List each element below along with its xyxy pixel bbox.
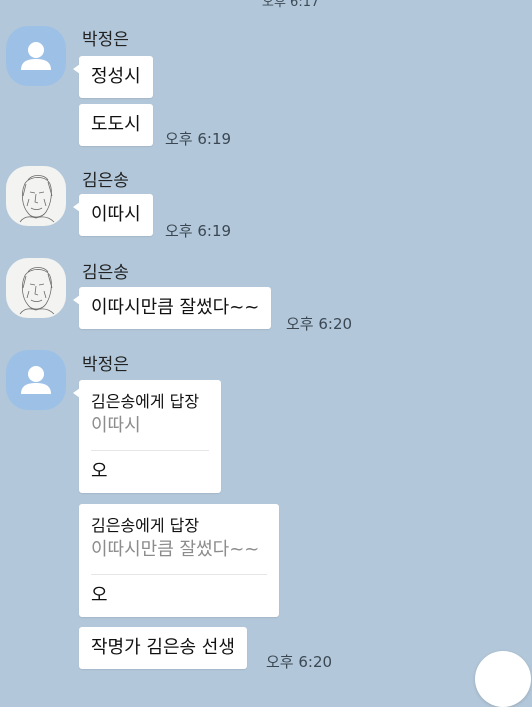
message-text: 작명가 김은송 선생 — [91, 637, 235, 658]
message-time: 오후 6:19 — [165, 222, 232, 240]
profile-avatar[interactable] — [6, 26, 66, 86]
message-time: 오후 6:19 — [165, 130, 232, 148]
reply-message-bubble[interactable]: 김은송에게 답장 이따시 오 — [73, 380, 221, 493]
profile-avatar[interactable] — [6, 350, 66, 410]
person-silhouette-icon — [21, 42, 51, 70]
profile-avatar[interactable] — [6, 258, 66, 318]
scroll-down-button[interactable] — [475, 651, 531, 707]
person-silhouette-icon — [21, 366, 51, 394]
quoted-message: 이따시 — [91, 415, 141, 436]
message-bubble[interactable]: 정성시 — [73, 56, 153, 98]
sender-name: 김은송 — [82, 263, 129, 283]
sketch-portrait-icon — [19, 267, 55, 315]
date-time-partial: 오후 6:17 — [262, 0, 320, 10]
message-text: 정성시 — [91, 66, 141, 87]
message-bubble[interactable]: 도도시 — [79, 104, 153, 146]
sender-name: 박정은 — [82, 30, 129, 50]
message-time: 오후 6:20 — [266, 653, 333, 671]
message-bubble[interactable]: 이따시만큼 잘썼다~~ — [72, 287, 272, 329]
quoted-message: 이따시만큼 잘썼다~~ — [91, 539, 260, 560]
sketch-portrait-icon — [19, 175, 55, 223]
message-bubble[interactable]: 이따시 — [73, 194, 153, 236]
profile-avatar[interactable] — [6, 166, 66, 226]
reply-target: 김은송에게 답장 — [91, 516, 200, 535]
message-bubble[interactable]: 작명가 김은송 선생 — [79, 627, 247, 669]
message-text: 도도시 — [91, 114, 141, 135]
reply-divider — [91, 450, 209, 451]
message-text: 이따시 — [91, 204, 141, 225]
message-time: 오후 6:20 — [286, 315, 353, 333]
reply-message-bubble[interactable]: 김은송에게 답장 이따시만큼 잘썼다~~ 오 — [79, 504, 279, 617]
message-text: 오 — [91, 585, 108, 606]
message-text: 이따시만큼 잘썼다~~ — [91, 297, 260, 318]
reply-divider — [91, 574, 267, 575]
reply-target: 김은송에게 답장 — [91, 392, 200, 411]
sender-name: 김은송 — [82, 171, 129, 191]
sender-name: 박정은 — [82, 355, 129, 375]
message-text: 오 — [91, 461, 108, 482]
